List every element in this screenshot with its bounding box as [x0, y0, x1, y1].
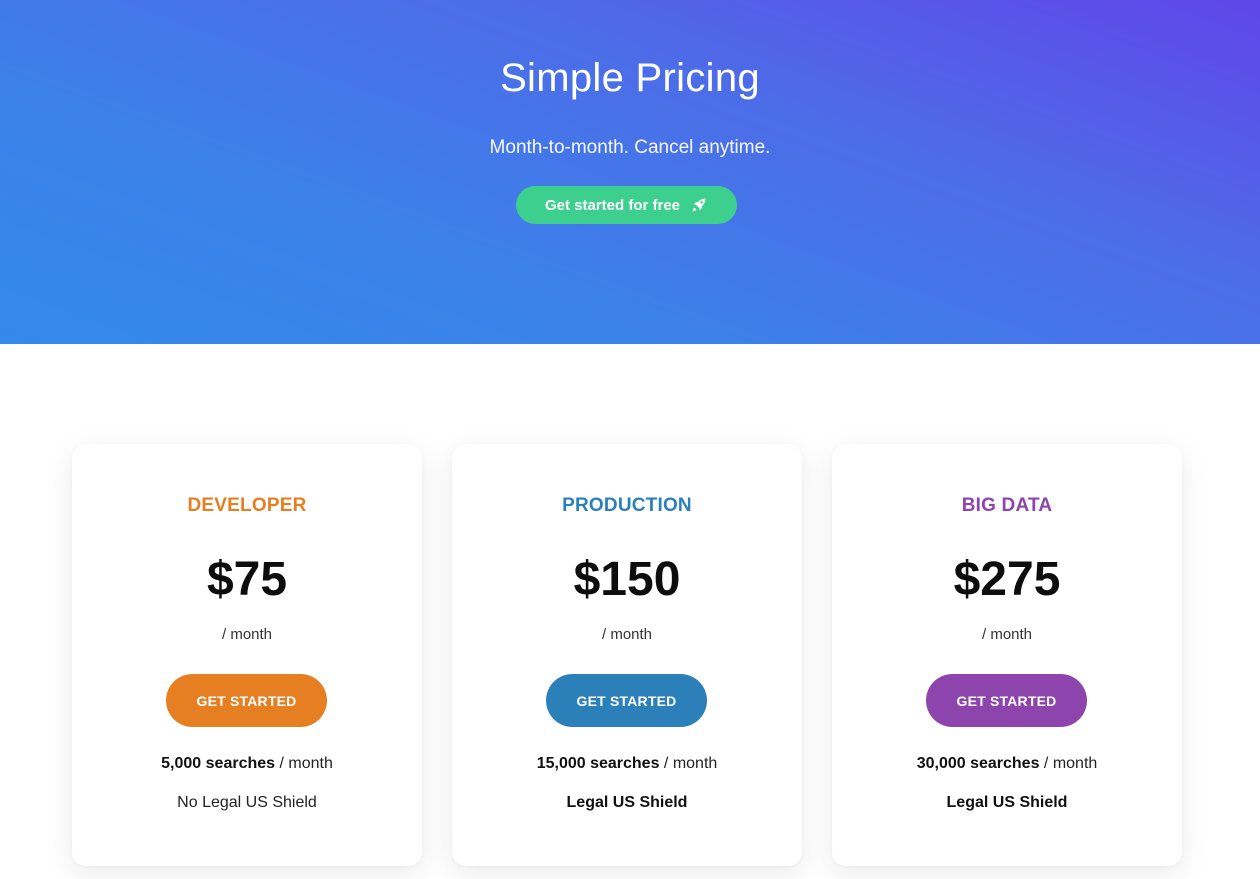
plan-price: $75 [206, 553, 288, 606]
searches-count: 5,000 searches [161, 755, 276, 772]
pricing-card-developer: DEVELOPER $75 / month GET STARTED 5,000 … [72, 444, 422, 866]
searches-period: / month [659, 755, 718, 772]
searches-count: 15,000 searches [536, 755, 660, 772]
plan-searches: 15,000 searches / month [452, 755, 802, 773]
plan-shield: Legal US Shield [946, 794, 1068, 811]
plan-searches: 30,000 searches / month [832, 755, 1182, 773]
plan-searches: 5,000 searches / month [72, 755, 422, 773]
plan-shield: No Legal US Shield [177, 794, 317, 811]
plan-period: / month [601, 626, 653, 643]
plan-period: / month [221, 626, 273, 643]
plan-period: / month [981, 626, 1033, 643]
page-title: Simple Pricing [500, 56, 760, 100]
hero-subtitle: Month-to-month. Cancel anytime. [489, 137, 771, 158]
get-started-big-data-button[interactable]: GET STARTED [926, 674, 1087, 727]
get-started-production-button[interactable]: GET STARTED [546, 674, 707, 727]
pricing-card-big-data: BIG DATA $275 / month GET STARTED 30,000… [832, 444, 1182, 866]
hero-banner: Simple Pricing Month-to-month. Cancel an… [0, 0, 1260, 344]
plan-shield: Legal US Shield [566, 794, 688, 811]
searches-period: / month [1039, 755, 1098, 772]
searches-period: / month [275, 755, 333, 772]
plan-price: $275 [953, 553, 1061, 606]
plan-name: DEVELOPER [187, 495, 307, 516]
plan-name: PRODUCTION [562, 495, 692, 516]
cta-label: Get started for free [544, 196, 681, 214]
pricing-card-production: PRODUCTION $150 / month GET STARTED 15,0… [452, 444, 802, 866]
get-started-developer-button[interactable]: GET STARTED [166, 674, 327, 727]
searches-count: 30,000 searches [916, 755, 1040, 772]
rocket-icon [692, 198, 706, 212]
get-started-free-button[interactable]: Get started for free [516, 186, 737, 224]
plan-name: BIG DATA [961, 495, 1053, 516]
plan-price: $150 [573, 553, 681, 606]
